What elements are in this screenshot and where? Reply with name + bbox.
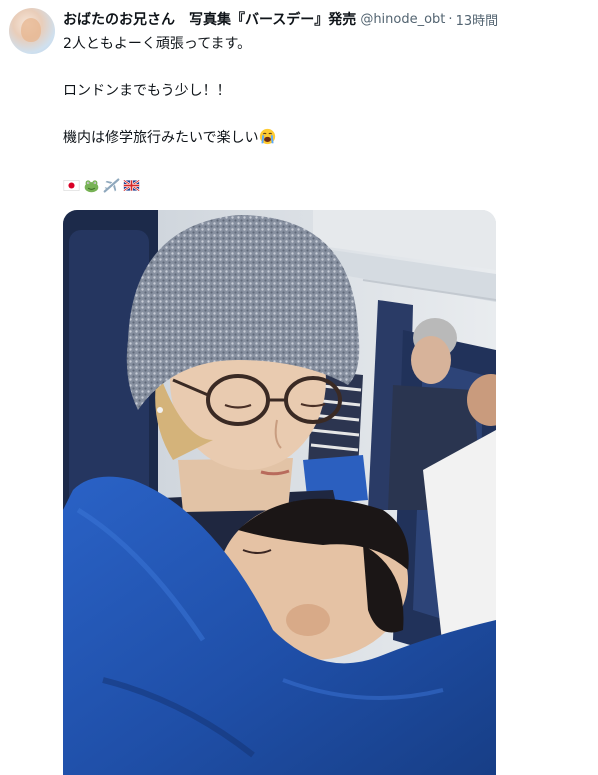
tweet-text-line-1: 2人ともよーく頑張ってます。 <box>63 34 251 54</box>
tweet-text-line-2: ロンドンまでもう少し！！ <box>63 81 231 101</box>
frog-icon <box>84 180 99 193</box>
display-name[interactable]: おばたのお兄さん 写真集『バースデー』発売 <box>63 9 356 29</box>
avatar[interactable] <box>9 8 55 54</box>
airplane-cabin-photo <box>63 210 496 775</box>
tweet-line-1: 2人ともよーく頑張ってます。 <box>63 36 252 52</box>
crying-face-emoji-icon <box>259 128 275 145</box>
user-handle[interactable]: @hinode_obt <box>360 12 445 27</box>
uk-flag-icon <box>123 179 140 192</box>
tweet-text-line-3: 機内は修学旅行みたいで楽しい <box>63 128 276 148</box>
tweet: おばたのお兄さん 写真集『バースデー』発売 @hinode_obt · 13時間… <box>0 0 598 775</box>
timestamp[interactable]: 13時間 <box>456 10 499 29</box>
tweet-header: おばたのお兄さん 写真集『バースデー』発売 @hinode_obt · 13時間 <box>63 8 498 30</box>
tweet-photo[interactable] <box>63 210 496 775</box>
airplane-icon <box>103 178 120 193</box>
tweet-line-3: 機内は修学旅行みたいで楽しい <box>63 130 259 146</box>
japan-flag-icon <box>63 180 80 191</box>
emoji-row <box>63 177 140 194</box>
separator-dot: · <box>448 11 453 27</box>
tweet-line-2: ロンドンまでもう少し！！ <box>63 83 231 99</box>
